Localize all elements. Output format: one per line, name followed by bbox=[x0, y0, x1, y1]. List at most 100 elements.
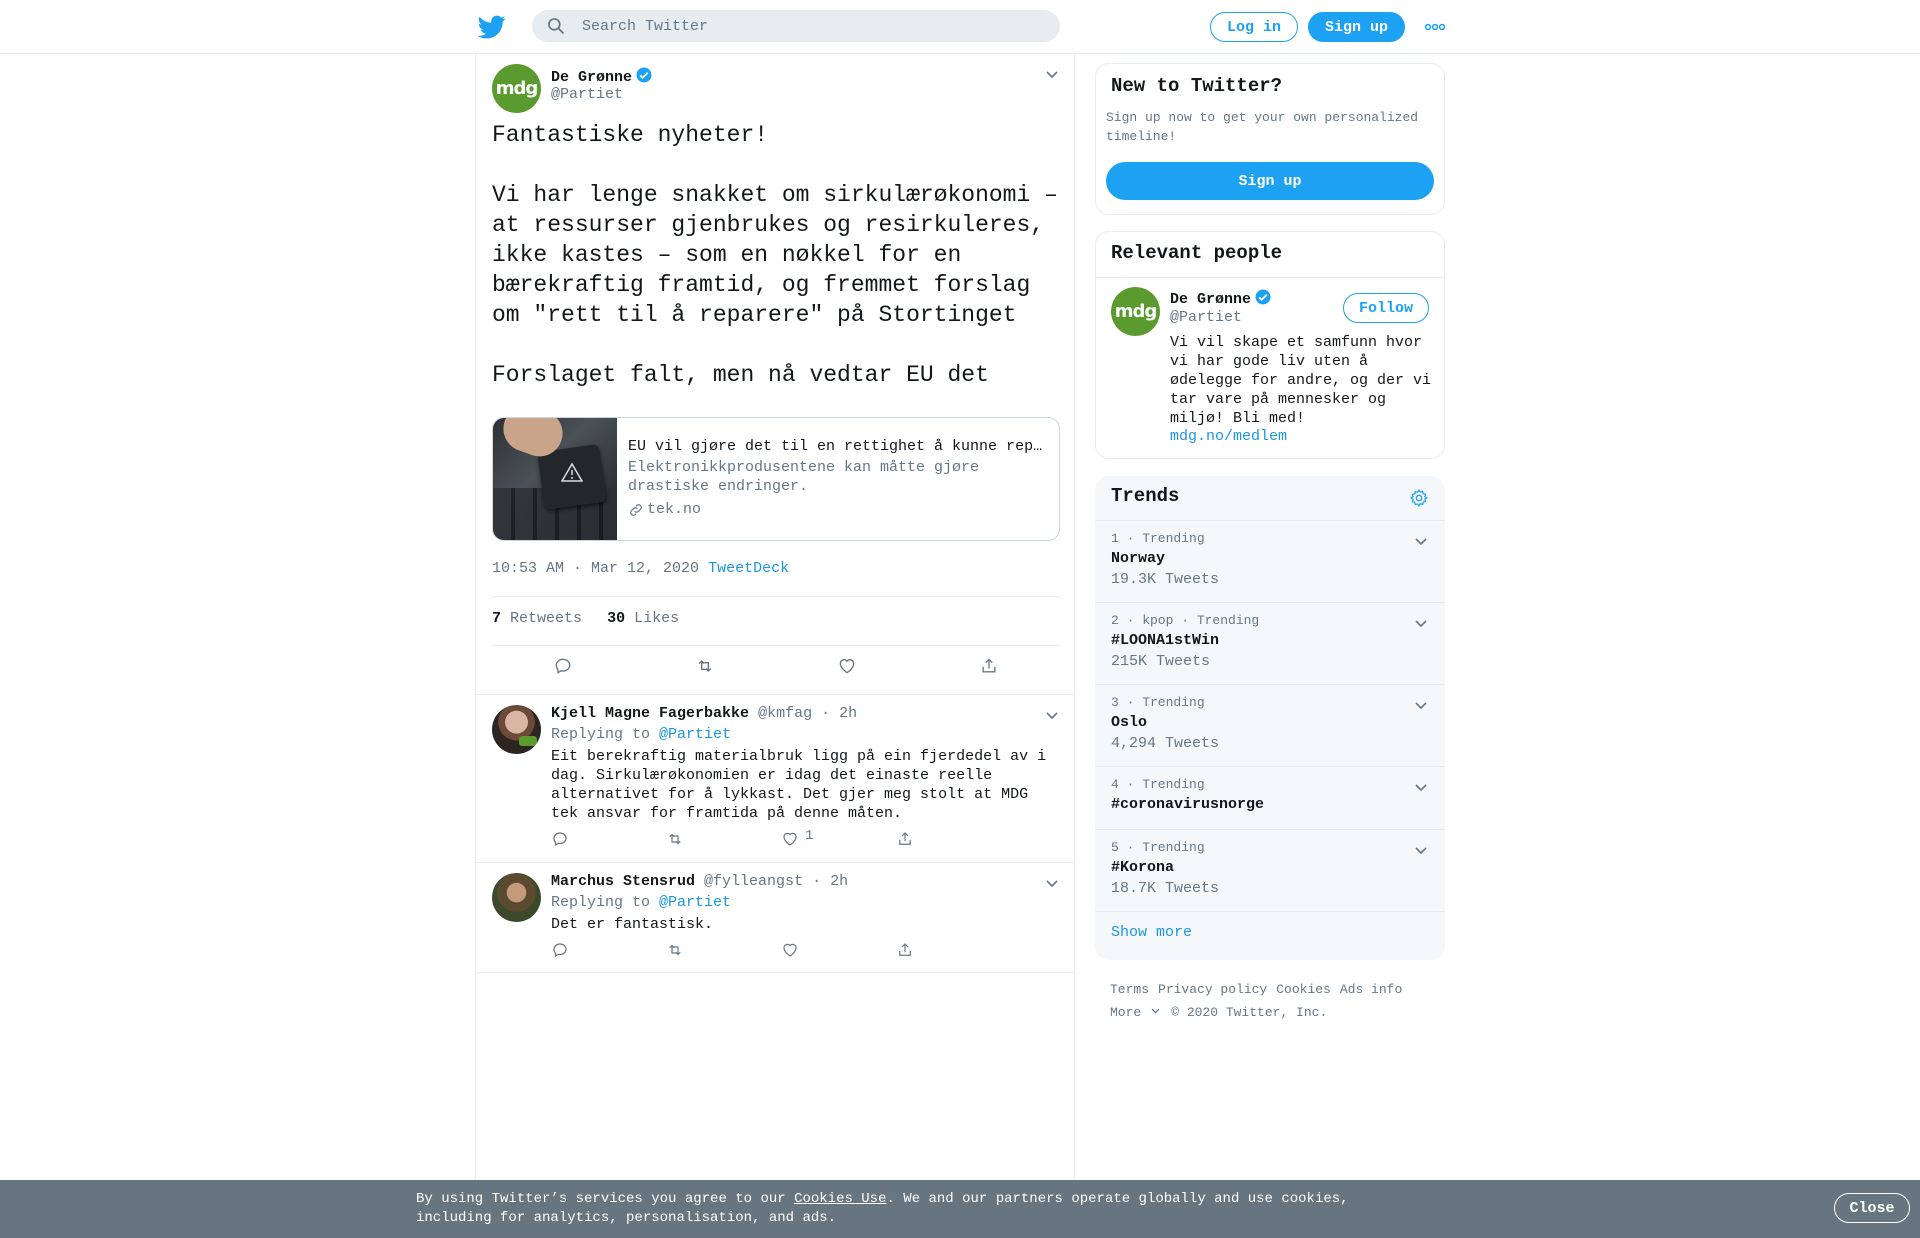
trend-name[interactable]: #LOONA1stWin bbox=[1111, 632, 1429, 649]
retweet-icon[interactable] bbox=[666, 830, 684, 848]
reply-author-name[interactable]: Marchus Stensrud bbox=[551, 873, 695, 890]
search-box[interactable] bbox=[532, 10, 1060, 42]
retweet-icon[interactable] bbox=[695, 656, 715, 676]
like-icon[interactable] bbox=[781, 830, 799, 848]
search-input[interactable] bbox=[582, 17, 1022, 35]
timestamp-text[interactable]: 10:53 AM · Mar 12, 2020 bbox=[492, 560, 699, 577]
footer-more[interactable]: More bbox=[1110, 1005, 1161, 1020]
reply-text: Det er fantastisk. bbox=[551, 916, 714, 933]
link-icon bbox=[630, 503, 642, 516]
trend-name[interactable]: Norway bbox=[1111, 550, 1429, 567]
reply-icon[interactable] bbox=[553, 656, 573, 676]
author-name-text[interactable]: De Grønne bbox=[551, 69, 632, 86]
show-more-link[interactable]: Show more bbox=[1111, 924, 1192, 941]
trend-meta: 3 · Trending bbox=[1111, 695, 1205, 710]
chevron-down-icon[interactable] bbox=[1044, 707, 1060, 723]
trend-item[interactable]: 3 · Trending Oslo 4,294 Tweets bbox=[1095, 685, 1445, 767]
trend-item[interactable]: 1 · Trending Norway 19.3K Tweets bbox=[1095, 521, 1445, 603]
footer-link-privacy[interactable]: Privacy policy bbox=[1158, 982, 1267, 997]
trend-item[interactable]: 5 · Trending #Korona 18.7K Tweets bbox=[1095, 830, 1445, 912]
chevron-down-icon[interactable] bbox=[1044, 66, 1060, 82]
card-title: EU vil gjøre det til en rettighet å kunn… bbox=[628, 438, 1048, 455]
reply-icon[interactable] bbox=[551, 941, 569, 959]
reply-tweet[interactable]: Marchus Stensrud @fylleangst · 2h Replyi… bbox=[476, 862, 1074, 973]
card-image bbox=[493, 418, 617, 540]
person-name-text[interactable]: De Grønne bbox=[1170, 291, 1251, 308]
replying-to: Replying to @Partiet bbox=[551, 726, 731, 743]
footer-link-terms[interactable]: Terms bbox=[1110, 982, 1149, 997]
trend-item[interactable]: 4 · Trending #coronavirusnorge bbox=[1095, 767, 1445, 830]
chevron-down-icon bbox=[1151, 1008, 1160, 1014]
settings-gear-icon[interactable] bbox=[1409, 488, 1429, 508]
sidebar-signup-button[interactable]: Sign up bbox=[1106, 162, 1434, 200]
chevron-down-icon[interactable] bbox=[1413, 842, 1429, 858]
footer-links: Terms Privacy policy Cookies Ads info More ©… bbox=[1110, 978, 1450, 1024]
verified-badge-icon bbox=[1255, 289, 1271, 305]
person-bio-link[interactable]: mdg.no/medlem bbox=[1170, 428, 1287, 445]
reply-text: Eit berekraftig materialbruk ligg på ein… bbox=[551, 748, 1047, 822]
reply-time[interactable]: 2h bbox=[839, 705, 857, 722]
reply-author-handle[interactable]: @kmfag bbox=[758, 705, 812, 722]
avatar[interactable] bbox=[492, 705, 541, 754]
person-name[interactable]: De Grønne bbox=[1170, 288, 1272, 308]
twitter-logo-icon[interactable] bbox=[478, 13, 506, 41]
share-icon[interactable] bbox=[896, 830, 914, 848]
trend-item[interactable]: 2 · kpop · Trending #LOONA1stWin 215K Tw… bbox=[1095, 603, 1445, 685]
reply-author-handle[interactable]: @fylleangst bbox=[704, 873, 803, 890]
like-icon[interactable] bbox=[781, 941, 799, 959]
link-card[interactable]: EU vil gjøre det til en rettighet å kunn… bbox=[492, 417, 1060, 541]
trend-meta: 1 · Trending bbox=[1111, 531, 1205, 546]
reply-icon[interactable] bbox=[551, 830, 569, 848]
cookie-banner: By using Twitter’s services you agree to… bbox=[0, 1180, 1920, 1238]
like-icon[interactable] bbox=[837, 656, 857, 676]
person-bio: Vi vil skape et samfunn hvor vi har gode… bbox=[1170, 334, 1432, 427]
search-icon bbox=[548, 18, 565, 35]
chevron-down-icon[interactable] bbox=[1413, 779, 1429, 795]
card-domain: tek.no bbox=[628, 501, 701, 518]
main-column: mdg De Grønne @Partiet Fantastiske nyhet… bbox=[475, 54, 1075, 1184]
reply-like-count: 1 bbox=[805, 828, 814, 844]
follow-button[interactable]: Follow bbox=[1343, 293, 1429, 323]
reply-header: Kjell Magne Fagerbakke @kmfag · 2h bbox=[551, 705, 857, 722]
new-to-twitter-panel: New to Twitter? Sign up now to get your … bbox=[1095, 63, 1445, 215]
tweet-author-handle[interactable]: @Partiet bbox=[551, 86, 623, 103]
trend-count: 4,294 Tweets bbox=[1111, 735, 1220, 752]
trend-name[interactable]: #Korona bbox=[1111, 859, 1429, 876]
panel-title: New to Twitter? bbox=[1111, 75, 1283, 97]
reply-header: Marchus Stensrud @fylleangst · 2h bbox=[551, 873, 848, 890]
replying-handle-link[interactable]: @Partiet bbox=[659, 726, 731, 743]
reply-author-name[interactable]: Kjell Magne Fagerbakke bbox=[551, 705, 749, 722]
trend-name[interactable]: #coronavirusnorge bbox=[1111, 796, 1429, 813]
footer-link-cookies[interactable]: Cookies bbox=[1276, 982, 1331, 997]
avatar[interactable] bbox=[492, 873, 541, 922]
cookies-use-link[interactable]: Cookies Use bbox=[794, 1191, 886, 1207]
tweet-author-name[interactable]: De Grønne bbox=[551, 66, 653, 86]
reply-tweet[interactable]: Kjell Magne Fagerbakke @kmfag · 2h Reply… bbox=[476, 694, 1074, 862]
chevron-down-icon[interactable] bbox=[1413, 615, 1429, 631]
tweet-author-avatar[interactable]: mdg bbox=[492, 64, 541, 113]
trend-meta: 4 · Trending bbox=[1111, 777, 1205, 792]
replying-handle-link[interactable]: @Partiet bbox=[659, 894, 731, 911]
retweet-icon[interactable] bbox=[666, 941, 684, 959]
trend-name[interactable]: Oslo bbox=[1111, 714, 1429, 731]
chevron-down-icon[interactable] bbox=[1044, 875, 1060, 891]
footer-more-label[interactable]: More bbox=[1110, 1005, 1141, 1020]
like-label[interactable]: Likes bbox=[634, 610, 679, 627]
share-icon[interactable] bbox=[979, 656, 999, 676]
footer-link-ads[interactable]: Ads info bbox=[1340, 982, 1402, 997]
retweet-count[interactable]: 7 bbox=[492, 610, 501, 627]
more-horizontal-icon[interactable] bbox=[1424, 18, 1446, 36]
login-button[interactable]: Log in bbox=[1210, 12, 1298, 42]
signup-button[interactable]: Sign up bbox=[1308, 12, 1405, 42]
source-link[interactable]: TweetDeck bbox=[708, 560, 789, 577]
retweet-label[interactable]: Retweets bbox=[510, 610, 582, 627]
avatar[interactable]: mdg bbox=[1111, 287, 1160, 336]
reply-time[interactable]: 2h bbox=[830, 873, 848, 890]
cookie-close-button[interactable]: Close bbox=[1834, 1193, 1910, 1223]
trend-meta: 5 · Trending bbox=[1111, 840, 1205, 855]
person-handle[interactable]: @Partiet bbox=[1170, 309, 1242, 326]
chevron-down-icon[interactable] bbox=[1413, 533, 1429, 549]
chevron-down-icon[interactable] bbox=[1413, 697, 1429, 713]
share-icon[interactable] bbox=[896, 941, 914, 959]
like-count[interactable]: 30 bbox=[607, 610, 625, 627]
